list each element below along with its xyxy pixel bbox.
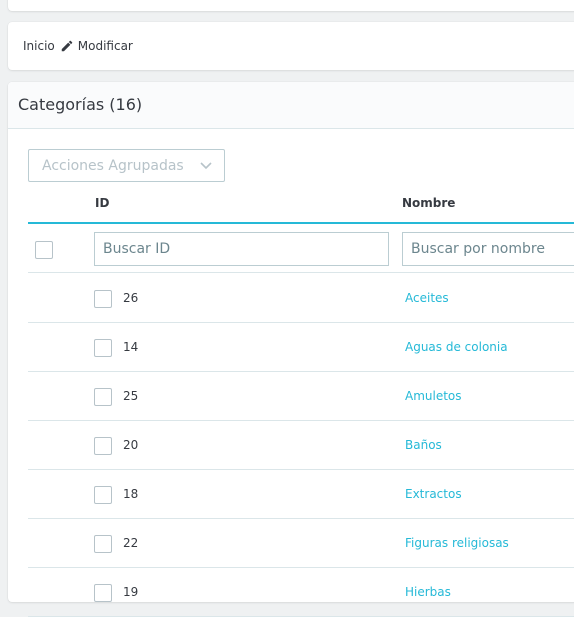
column-header-name[interactable]: Nombre bbox=[402, 196, 455, 210]
categories-panel: Categorías (16) Acciones Agrupadas ID No… bbox=[8, 82, 574, 617]
row-id: 14 bbox=[123, 340, 139, 354]
row-id: 20 bbox=[123, 438, 139, 452]
breadcrumb: Inicio Modificar bbox=[23, 39, 133, 53]
table-row: 25 Amuletos bbox=[28, 371, 574, 421]
table-row: 18 Extractos bbox=[28, 469, 574, 519]
row-checkbox[interactable] bbox=[94, 584, 112, 602]
row-checkbox[interactable] bbox=[94, 388, 112, 406]
row-id: 26 bbox=[123, 291, 139, 305]
chevron-down-icon bbox=[199, 161, 213, 171]
row-name-link[interactable]: Figuras religiosas bbox=[405, 536, 509, 550]
search-id-input[interactable] bbox=[94, 232, 389, 266]
breadcrumb-home-link[interactable]: Inicio bbox=[23, 39, 55, 53]
bulk-actions-label: Acciones Agrupadas bbox=[42, 157, 184, 174]
search-name-input[interactable] bbox=[402, 232, 574, 266]
table-row: 19 Hierbas bbox=[28, 567, 574, 617]
breadcrumb-panel: Inicio Modificar bbox=[8, 22, 574, 70]
row-checkbox[interactable] bbox=[94, 437, 112, 455]
table-row: 14 Aguas de colonia bbox=[28, 322, 574, 372]
row-name-link[interactable]: Aguas de colonia bbox=[405, 340, 508, 354]
table-row: 20 Baños bbox=[28, 420, 574, 470]
row-name-link[interactable]: Baños bbox=[405, 438, 442, 452]
row-checkbox[interactable] bbox=[94, 339, 112, 357]
row-id: 25 bbox=[123, 389, 139, 403]
row-name-link[interactable]: Hierbas bbox=[405, 585, 451, 599]
panel-header: Categorías (16) bbox=[8, 82, 574, 129]
column-header-id[interactable]: ID bbox=[95, 196, 109, 210]
bulk-actions-button[interactable]: Acciones Agrupadas bbox=[28, 149, 225, 182]
table-row: 22 Figuras religiosas bbox=[28, 518, 574, 568]
select-all-checkbox[interactable] bbox=[35, 241, 53, 259]
table-row: 26 Aceites bbox=[28, 273, 574, 323]
panel-title: Categorías (16) bbox=[18, 95, 143, 114]
breadcrumb-current: Modificar bbox=[77, 39, 133, 53]
row-id: 19 bbox=[123, 585, 139, 599]
row-id: 22 bbox=[123, 536, 139, 550]
row-checkbox[interactable] bbox=[94, 486, 112, 504]
row-name-link[interactable]: Aceites bbox=[405, 291, 449, 305]
top-panel bbox=[8, 0, 574, 11]
row-id: 18 bbox=[123, 487, 139, 501]
row-checkbox[interactable] bbox=[94, 290, 112, 308]
row-name-link[interactable]: Extractos bbox=[405, 487, 462, 501]
row-name-link[interactable]: Amuletos bbox=[405, 389, 462, 403]
row-checkbox[interactable] bbox=[94, 535, 112, 553]
pencil-icon bbox=[60, 39, 74, 53]
